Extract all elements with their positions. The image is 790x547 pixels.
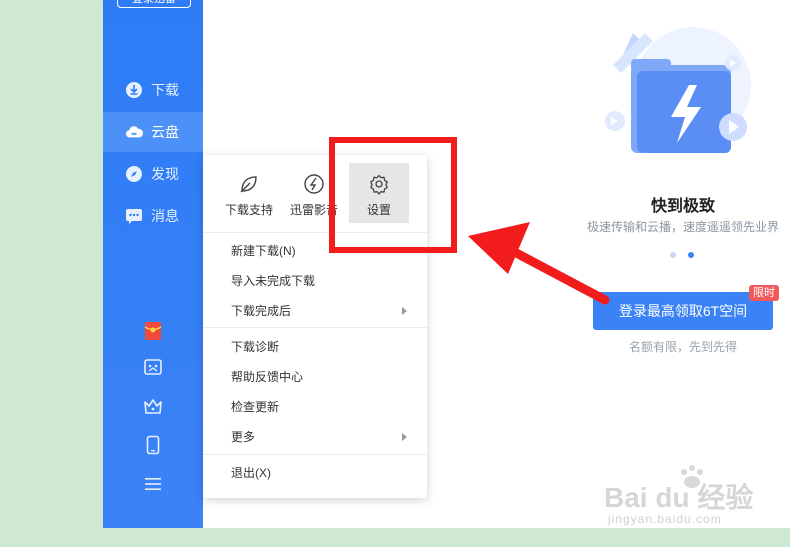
menu-icon[interactable] (143, 474, 163, 494)
menu-item-diagnose[interactable]: 下载诊断 (231, 337, 421, 357)
menu-item-new-download[interactable]: 新建下载(N) (231, 241, 421, 261)
sidebar: 登录迅雷 下载 云盘 发现 消息 (103, 0, 203, 528)
menu-divider (203, 327, 427, 328)
watermark-brand: Bai du 经验 (604, 482, 754, 513)
menu-item-check-update[interactable]: 检查更新 (231, 397, 421, 417)
message-icon (125, 207, 143, 225)
watermark-url: jingyan.baidu.com (608, 512, 722, 526)
download-icon (125, 81, 143, 99)
menu-item-import-unfinished[interactable]: 导入未完成下载 (231, 271, 421, 291)
menu-item-help-feedback[interactable]: 帮助反馈中心 (231, 367, 421, 387)
carousel-dots (668, 252, 698, 260)
login-button[interactable]: 登录迅雷 (117, 0, 191, 8)
leaf-icon (238, 173, 260, 195)
sidebar-item-discover[interactable]: 发现 (103, 154, 203, 194)
sidebar-item-cloud[interactable]: 云盘 (103, 112, 203, 152)
limited-time-badge: 限时 (749, 285, 779, 301)
login-promo-button[interactable]: 登录最高领取6T空间 (593, 292, 773, 330)
menu-item-exit[interactable]: 退出(X) (231, 463, 421, 483)
compass-icon (125, 165, 143, 183)
carousel-dot-active[interactable] (688, 252, 694, 258)
promo-note: 名额有限，先到先得 (628, 340, 737, 354)
crown-icon[interactable] (143, 397, 163, 417)
submenu-arrow-icon (402, 307, 407, 315)
quick-action-label: 设置 (366, 203, 391, 217)
sidebar-item-messages[interactable]: 消息 (103, 196, 203, 236)
cloud-folder-illustration (593, 25, 763, 165)
quick-action-label: 迅雷影音 (289, 203, 338, 217)
submenu-arrow-icon (402, 433, 407, 441)
red-packet-icon[interactable] (143, 321, 163, 341)
download-support-button[interactable]: 下载支持 (219, 163, 279, 223)
promo-subtitle: 极速传输和云播，速度遥遥领先业界 (586, 220, 779, 234)
media-player-icon (303, 173, 325, 195)
game-icon[interactable] (143, 357, 163, 377)
promo-title: 快到极致 (650, 198, 715, 215)
quick-action-label: 下载支持 (224, 203, 273, 217)
phone-icon[interactable] (143, 435, 163, 455)
menu-divider (203, 232, 427, 233)
menu-item-more[interactable]: 更多 (231, 427, 421, 447)
cloud-icon (125, 123, 143, 141)
media-player-button[interactable]: 迅雷影音 (284, 163, 344, 223)
sidebar-item-label: 发现 (151, 166, 179, 182)
sidebar-item-label: 消息 (151, 208, 179, 224)
sidebar-item-download[interactable]: 下载 (103, 70, 203, 110)
gear-icon (368, 173, 390, 195)
baidu-jingyan-watermark: Bai du 经验 jingyan.baidu.com (600, 458, 770, 528)
menu-divider (203, 454, 427, 455)
settings-button[interactable]: 设置 (349, 163, 409, 223)
menu-item-after-download[interactable]: 下载完成后 (231, 301, 421, 321)
sidebar-item-label: 云盘 (151, 124, 179, 140)
sidebar-item-label: 下载 (151, 82, 179, 98)
main-menu-popup: 下载支持 迅雷影音 设置 新建下载(N) 导入未完成下载 下载完成后 下载诊断 … (203, 155, 427, 498)
carousel-dot[interactable] (670, 252, 676, 258)
